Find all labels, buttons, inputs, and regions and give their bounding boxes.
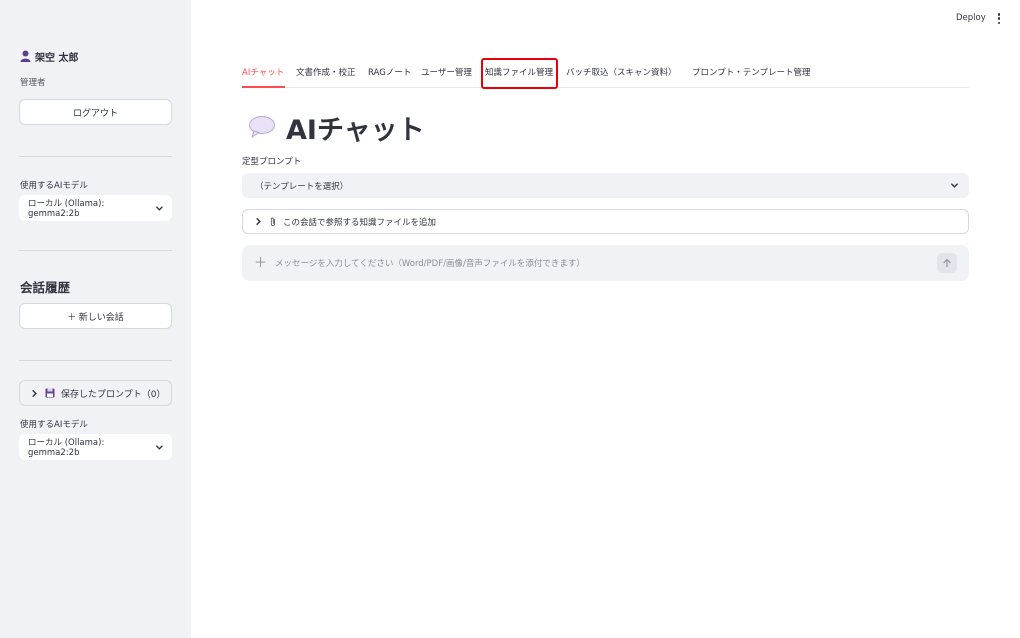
model-select-label: 使用するAIモデル xyxy=(20,420,88,430)
template-select[interactable]: （テンプレートを選択） xyxy=(242,173,969,198)
paperclip-icon xyxy=(270,217,275,226)
sidebar: 架空 太郎 管理者 ログアウト 使用するAIモデル ローカル (Ollama):… xyxy=(0,0,191,638)
chevron-right-icon xyxy=(256,218,261,225)
model-select-value: ローカル (Ollama): gemma2:2b xyxy=(28,438,105,458)
template-select-label: 定型プロンプト xyxy=(242,157,302,167)
template-select-value: （テンプレートを選択） xyxy=(255,181,349,192)
model-select[interactable]: ローカル (Ollama): gemma2:2b xyxy=(19,195,172,221)
chat-input[interactable]: ＋ メッセージを入力してください（Word/PDF/画像/音声ファイルを添付でき… xyxy=(242,245,969,281)
tab-bar: AIチャット 文書作成・校正 RAGノート ユーザー管理 知識ファイル管理 バッ… xyxy=(242,58,969,88)
page-title: AIチャット xyxy=(248,108,425,146)
tab-rag-note[interactable]: RAGノート xyxy=(368,66,411,78)
new-chat-button[interactable]: ＋ 新しい会話 xyxy=(19,303,172,329)
sidebar-divider xyxy=(19,156,172,157)
chevron-right-icon xyxy=(32,389,37,397)
tab-ai-chat[interactable]: AIチャット xyxy=(242,66,284,78)
knowledge-file-expander-label: この会話で参照する知識ファイルを追加 xyxy=(283,217,437,228)
chevron-down-icon xyxy=(951,183,958,188)
send-button[interactable] xyxy=(937,253,957,273)
active-tab-indicator xyxy=(242,86,285,88)
user-name: 架空 太郎 xyxy=(35,52,79,64)
tab-batch-import[interactable]: バッチ取込（スキャン資料） xyxy=(566,66,677,78)
more-menu-icon[interactable] xyxy=(995,12,1003,25)
tab-user-management[interactable]: ユーザー管理 xyxy=(421,66,472,78)
model-select[interactable]: ローカル (Ollama): gemma2:2b xyxy=(19,434,172,460)
attach-plus-icon[interactable]: ＋ xyxy=(254,257,267,270)
knowledge-file-expander[interactable]: この会話で参照する知識ファイルを追加 xyxy=(242,209,969,234)
arrow-up-icon xyxy=(943,258,951,268)
chevron-down-icon xyxy=(156,205,163,211)
page-title-text: AIチャット xyxy=(286,114,425,146)
history-heading: 会話履歴 xyxy=(20,280,71,295)
highlight-box xyxy=(481,58,558,89)
model-select-value: ローカル (Ollama): gemma2:2b xyxy=(28,199,105,219)
deploy-button[interactable]: Deploy xyxy=(956,13,986,23)
user-info: 架空 太郎 xyxy=(20,49,79,64)
sidebar-divider xyxy=(19,250,172,251)
saved-prompts-expander[interactable]: 保存したプロンプト（0） xyxy=(19,380,172,406)
model-select-label: 使用するAIモデル xyxy=(20,181,88,191)
user-role: 管理者 xyxy=(20,78,46,88)
user-icon xyxy=(20,50,31,62)
tab-document-writing[interactable]: 文書作成・校正 xyxy=(296,66,356,78)
sidebar-divider xyxy=(19,360,172,361)
saved-prompts-label: 保存したプロンプト（0） xyxy=(61,389,166,400)
chevron-down-icon xyxy=(156,444,163,450)
speech-bubble-icon xyxy=(249,116,275,138)
tab-prompt-templates[interactable]: プロンプト・テンプレート管理 xyxy=(692,66,811,78)
chat-input-placeholder: メッセージを入力してください（Word/PDF/画像/音声ファイルを添付できます… xyxy=(275,259,585,269)
logout-button[interactable]: ログアウト xyxy=(19,99,172,125)
floppy-disk-icon xyxy=(45,388,55,398)
